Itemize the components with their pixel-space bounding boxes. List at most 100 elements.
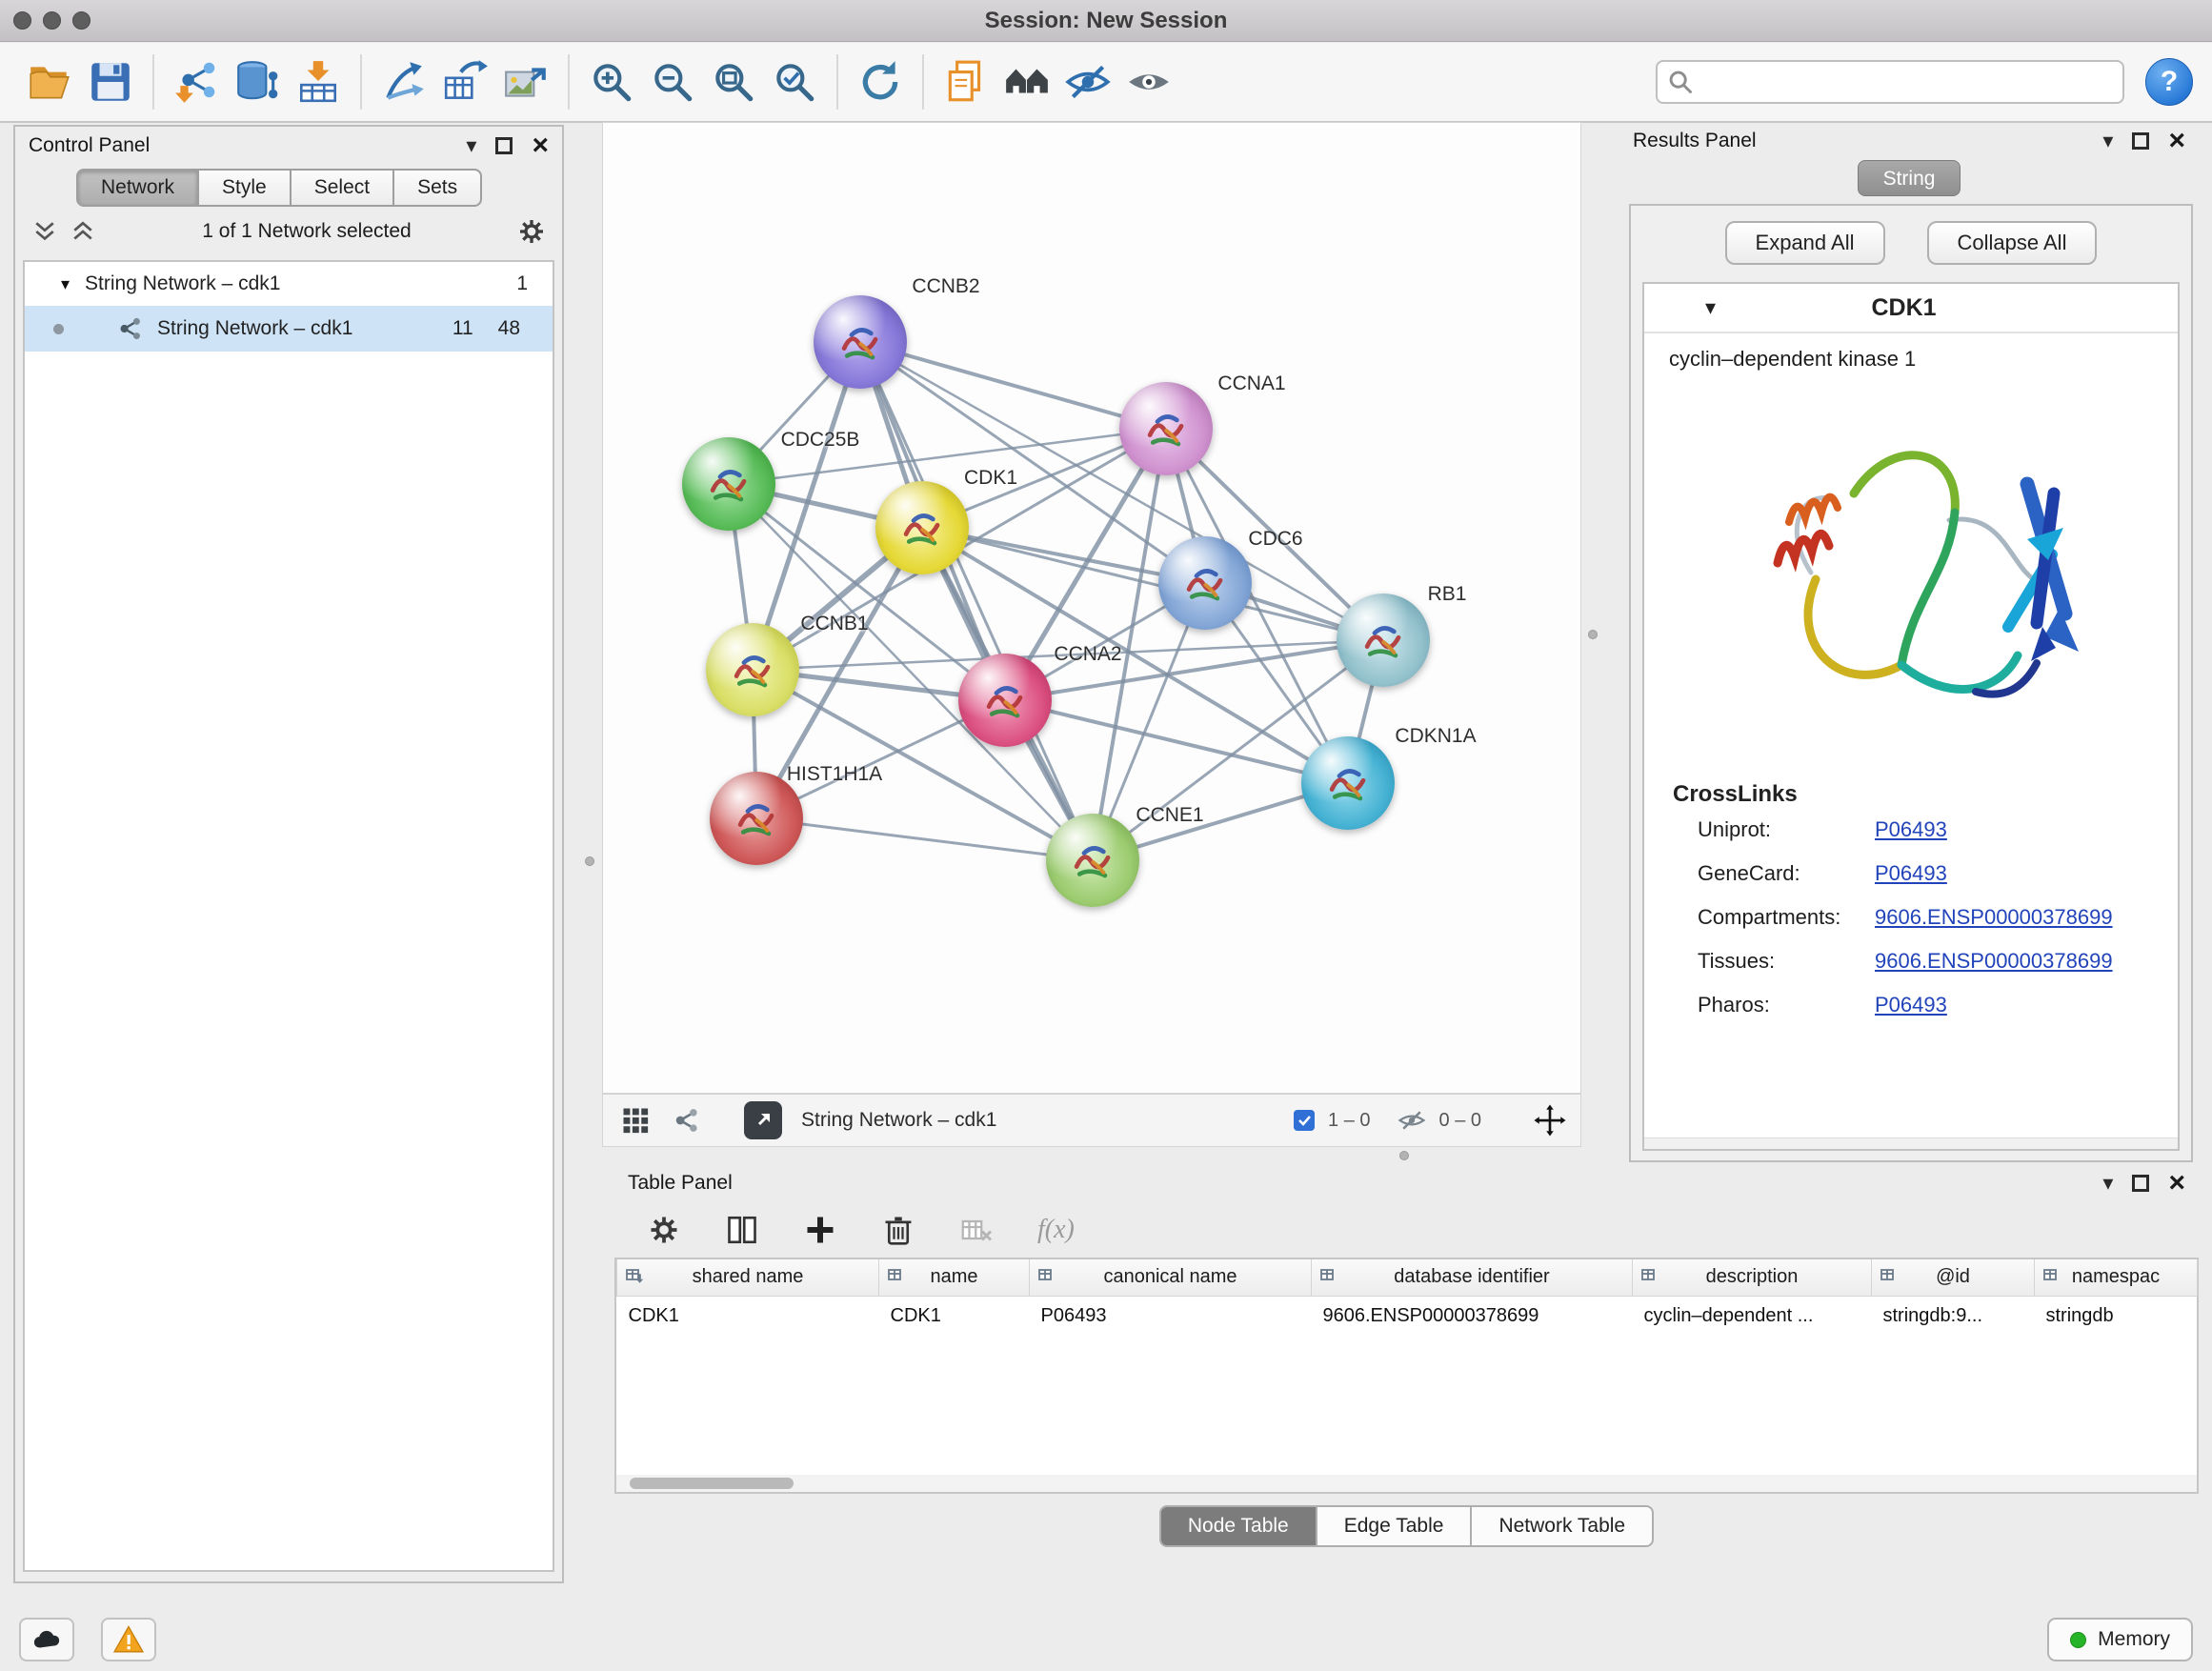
tab-network[interactable]: Network <box>76 169 199 207</box>
open-session-button[interactable] <box>19 50 80 113</box>
table-hscrollbar-thumb[interactable] <box>630 1478 794 1489</box>
collapse-all-button[interactable]: Collapse All <box>1927 221 2098 265</box>
expand-all-icon[interactable] <box>30 217 59 246</box>
network-edge[interactable] <box>756 818 1093 860</box>
tab-node-table[interactable]: Node Table <box>1159 1505 1317 1547</box>
close-panel-icon[interactable]: × <box>532 131 549 160</box>
close-panel-icon[interactable]: × <box>2168 1169 2185 1198</box>
hide-selected-button[interactable] <box>1057 50 1118 113</box>
network-node-CCNA2[interactable] <box>958 654 1052 747</box>
network-canvas[interactable]: CCNB2 CCNA1 CDC25B CDK1 <box>603 123 1580 1093</box>
import-network-from-database-button[interactable] <box>227 50 288 113</box>
table-settings-gear-icon[interactable] <box>647 1213 681 1247</box>
save-session-button[interactable] <box>80 50 141 113</box>
help-button[interactable]: ? <box>2145 58 2193 106</box>
table-cell[interactable]: stringdb <box>2035 1296 2198 1336</box>
import-network-from-file-button[interactable] <box>166 50 227 113</box>
left-splitter-handle[interactable] <box>585 856 594 866</box>
selected-checkbox-icon[interactable] <box>1294 1110 1315 1131</box>
tab-style[interactable]: Style <box>197 169 292 207</box>
network-node-CCNB1[interactable] <box>706 623 799 716</box>
column-header[interactable]: shared name <box>617 1259 879 1296</box>
refresh-button[interactable] <box>850 50 911 113</box>
clone-network-button[interactable] <box>434 50 495 113</box>
function-builder-button[interactable]: f(x) <box>1037 1215 1075 1245</box>
import-table-button[interactable] <box>288 50 349 113</box>
delete-trash-icon[interactable] <box>881 1213 915 1247</box>
zoom-in-icon <box>588 58 635 106</box>
zoom-out-button[interactable] <box>642 50 703 113</box>
zoom-in-button[interactable] <box>581 50 642 113</box>
collapse-panel-icon[interactable]: ▾ <box>2102 1173 2113 1194</box>
zoom-selected-button[interactable] <box>764 50 825 113</box>
network-edge[interactable] <box>922 528 1383 640</box>
close-panel-icon[interactable]: × <box>2168 127 2185 155</box>
search-input[interactable] <box>1656 60 2124 104</box>
network-node-CDK1[interactable] <box>875 481 969 574</box>
pan-crosshair-icon[interactable] <box>1533 1103 1567 1137</box>
collapse-all-icon[interactable] <box>69 217 97 246</box>
network-node-CCNB2[interactable] <box>814 295 907 389</box>
show-all-button[interactable] <box>1118 50 1179 113</box>
float-panel-icon[interactable] <box>495 137 513 154</box>
network-node-CCNE1[interactable] <box>1046 814 1139 907</box>
add-row-plus-icon[interactable] <box>803 1213 837 1247</box>
tab-string[interactable]: String <box>1858 160 1961 196</box>
export-image-button[interactable] <box>495 50 556 113</box>
float-panel-icon[interactable] <box>2132 1175 2149 1192</box>
table-cell[interactable]: 9606.ENSP00000378699 <box>1312 1296 1633 1336</box>
column-header[interactable]: canonical name <box>1030 1259 1312 1296</box>
table-cell[interactable]: P06493 <box>1030 1296 1312 1336</box>
tab-select[interactable]: Select <box>290 169 394 207</box>
table-cell[interactable]: CDK1 <box>617 1296 879 1336</box>
column-header[interactable]: description <box>1633 1259 1872 1296</box>
table-cell[interactable]: stringdb:9... <box>1872 1296 2035 1336</box>
annotations-button[interactable] <box>935 50 996 113</box>
detach-view-button[interactable] <box>744 1101 782 1139</box>
tab-network-table[interactable]: Network Table <box>1470 1505 1654 1547</box>
grid-view-button[interactable] <box>616 1101 654 1139</box>
column-header[interactable]: namespac <box>2035 1259 2198 1296</box>
cloud-status-button[interactable] <box>19 1618 74 1661</box>
network-collection-row[interactable]: ▾ String Network – cdk1 1 <box>25 262 553 306</box>
collapse-panel-icon[interactable]: ▾ <box>466 135 476 156</box>
collapse-panel-icon[interactable]: ▾ <box>2102 131 2113 151</box>
crosslink-link[interactable]: P06493 <box>1875 817 1947 842</box>
crosslink-link[interactable]: 9606.ENSP00000378699 <box>1875 905 2113 930</box>
network-edge[interactable] <box>860 342 1093 860</box>
network-node-RB1[interactable] <box>1337 594 1430 687</box>
crosslink-link[interactable]: P06493 <box>1875 993 1947 1017</box>
protein-entry-header[interactable]: ▾ CDK1 <box>1644 284 2178 333</box>
table-cell[interactable]: cyclin–dependent ... <box>1633 1296 1872 1336</box>
table-cell[interactable]: CDK1 <box>879 1296 1030 1336</box>
network-node-CCNA1[interactable] <box>1119 382 1213 475</box>
new-network-from-selection-button[interactable] <box>373 50 434 113</box>
float-panel-icon[interactable] <box>2132 132 2149 150</box>
table-row[interactable]: CDK1 CDK1 P06493 9606.ENSP00000378699 cy… <box>617 1296 2198 1336</box>
column-header[interactable]: database identifier <box>1312 1259 1633 1296</box>
warnings-button[interactable] <box>101 1618 156 1661</box>
zoom-fit-button[interactable] <box>703 50 764 113</box>
expand-all-button[interactable]: Expand All <box>1725 221 1885 265</box>
column-header[interactable]: name <box>879 1259 1030 1296</box>
crosslink-link[interactable]: 9606.ENSP00000378699 <box>1875 949 2113 974</box>
horizontal-splitter-handle[interactable] <box>1399 1151 1409 1160</box>
tab-sets[interactable]: Sets <box>392 169 482 207</box>
network-node-CDKN1A[interactable] <box>1301 736 1395 830</box>
network-row[interactable]: String Network – cdk1 11 48 <box>25 306 553 352</box>
show-columns-icon[interactable] <box>725 1213 759 1247</box>
results-hscrollbar[interactable] <box>1644 1137 2178 1149</box>
network-node-CDC25B[interactable] <box>682 437 775 531</box>
network-icon-button[interactable] <box>668 1101 706 1139</box>
network-node-CDC6[interactable] <box>1158 536 1252 630</box>
column-header[interactable]: @id <box>1872 1259 2035 1296</box>
birds-eye-view-button[interactable] <box>996 50 1057 113</box>
gear-icon[interactable] <box>516 216 547 247</box>
tab-edge-table[interactable]: Edge Table <box>1316 1505 1473 1547</box>
disclosure-triangle-icon[interactable]: ▾ <box>1705 295 1716 320</box>
right-splitter-handle[interactable] <box>1588 630 1598 639</box>
disclosure-triangle-icon[interactable]: ▾ <box>61 274 70 294</box>
memory-button[interactable]: Memory <box>2047 1618 2193 1661</box>
hidden-eye-icon[interactable] <box>1398 1106 1426 1135</box>
crosslink-link[interactable]: P06493 <box>1875 861 1947 886</box>
